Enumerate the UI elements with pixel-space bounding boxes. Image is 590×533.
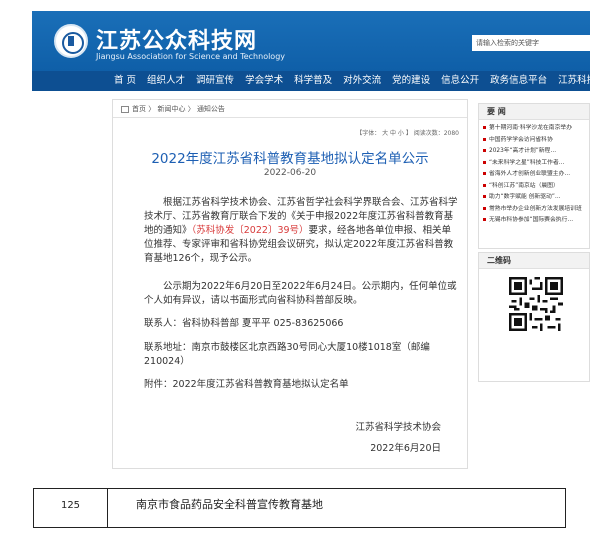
breadcrumb-notices[interactable]: 通知公告 [197,105,225,113]
news-item[interactable]: 常熟市举办企业创新方法发展培训班 [483,204,589,216]
bullet-icon [483,195,486,198]
bullet-icon [483,160,486,164]
bullet-icon [483,218,486,221]
nav-item-party[interactable]: 党的建设 [392,71,430,91]
nav-item-academic[interactable]: 学会学术 [245,71,283,91]
bullet-icon [483,137,486,141]
qr-box: 二维码 [478,252,590,382]
nav-item-gov-platform[interactable]: 政务信息平台 [490,71,547,91]
site-subtitle: Jiangsu Association for Science and Tech… [96,52,286,61]
document-link[interactable]: （苏科协发〔2022〕39号） [192,225,309,236]
webpage-screenshot: 江苏公众科技网 Jiangsu Association for Science … [0,0,590,485]
bullet-icon [483,183,486,187]
article-date: 2022-06-20 [263,168,317,178]
news-item[interactable]: “科创江苏”南京站（晨图） [483,181,589,193]
bullet-icon [483,126,486,129]
breadcrumb: 首页 〉 新闻中心 〉 通知公告 [121,104,225,114]
news-list: 第十期河南·科学沙龙在南京举办 中国药学学会访问省科协 2023年“高才计划”新… [479,120,589,227]
nav-item-home[interactable]: 首 页 [114,71,136,91]
bullet-icon [483,149,486,152]
news-item[interactable]: 2023年“高才计划”新程… [483,146,589,158]
news-item[interactable]: 助力“数字赋能 创新驱动”… [483,192,589,204]
nav-item-popular-science[interactable]: 科学普及 [294,71,332,91]
base-name: 南京市食品药品安全科普宣传教育基地 [136,498,323,511]
article-paragraph: 根据江苏省科学技术协会、江苏省哲学社会科学界联合会、江苏省科学技术厅、江苏省教育… [144,196,458,266]
qr-code-icon [509,277,563,331]
contact-person: 联系人：省科协科普部 夏平平 025-83625066 [144,318,344,329]
breadcrumb-home[interactable]: 首页 [132,105,146,113]
nav-item-research[interactable]: 调研宣传 [196,71,234,91]
nav-item-exchange[interactable]: 对外交流 [343,71,381,91]
bullet-icon [483,206,486,210]
site-header: 江苏公众科技网 Jiangsu Association for Science … [32,11,590,71]
article-paragraph: 公示期为2022年6月20日至2022年6月24日。公示期内，任何单位或个人如有… [144,281,457,306]
font-size-controls[interactable]: 【字体： 大 中 小 】 阅读次数：2080 [356,128,459,137]
site-title[interactable]: 江苏公众科技网 [96,23,257,55]
nav-item-disclosure[interactable]: 信息公开 [441,71,479,91]
table-row: 125 南京市食品药品安全科普宣传教育基地 [33,488,566,528]
breadcrumb-news[interactable]: 新闻中心 [157,105,185,113]
qr-heading: 二维码 [479,253,589,269]
attachment-link[interactable]: 附件：2022年度江苏省科普教育基地拟认定名单 [144,378,458,392]
news-heading: 要 闻 [479,104,589,120]
row-number: 125 [34,489,108,527]
news-item[interactable]: 中国药学学会访问省科协 [483,135,589,147]
home-icon [121,105,129,113]
article-panel: 首页 〉 新闻中心 〉 通知公告 【字体： 大 中 小 】 阅读次数：2080 … [112,99,468,469]
contact-address: 联系地址：南京市鼓楼区北京西路30号同心大厦10楼1018室（邮编210024） [144,342,430,367]
divider [113,117,467,118]
news-item[interactable]: 第十期河南·科学沙龙在南京举办 [483,123,589,135]
signature-date: 2022年6月20日 [370,443,441,454]
news-box: 要 闻 第十期河南·科学沙龙在南京举办 中国药学学会访问省科协 2023年“高才… [478,103,590,249]
nav-item-organization[interactable]: 组织人才 [147,71,185,91]
association-logo-icon[interactable] [54,24,88,58]
news-item[interactable]: “未来科学之星”科技工作者… [483,158,589,170]
signature-organization: 江苏省科学技术协会 [355,422,441,433]
search-input[interactable]: 请输入检索的关键字 [472,35,590,51]
news-item[interactable]: 无锡市科协参加“国际赛会执行… [483,215,589,227]
article-title: 2022年度江苏省科普教育基地拟认定名单公示 [151,151,429,167]
main-nav: 首 页 组织人才 调研宣传 学会学术 科学普及 对外交流 党的建设 信息公开 政… [32,71,590,91]
nav-item-jiangsu-tech[interactable]: 江苏科技 [558,71,590,91]
news-item[interactable]: 省海外人才创新创业联盟主办… [483,169,589,181]
bullet-icon [483,172,486,175]
right-sidebar: 要 闻 第十期河南·科学沙龙在南京举办 中国药学学会访问省科协 2023年“高才… [478,103,590,469]
